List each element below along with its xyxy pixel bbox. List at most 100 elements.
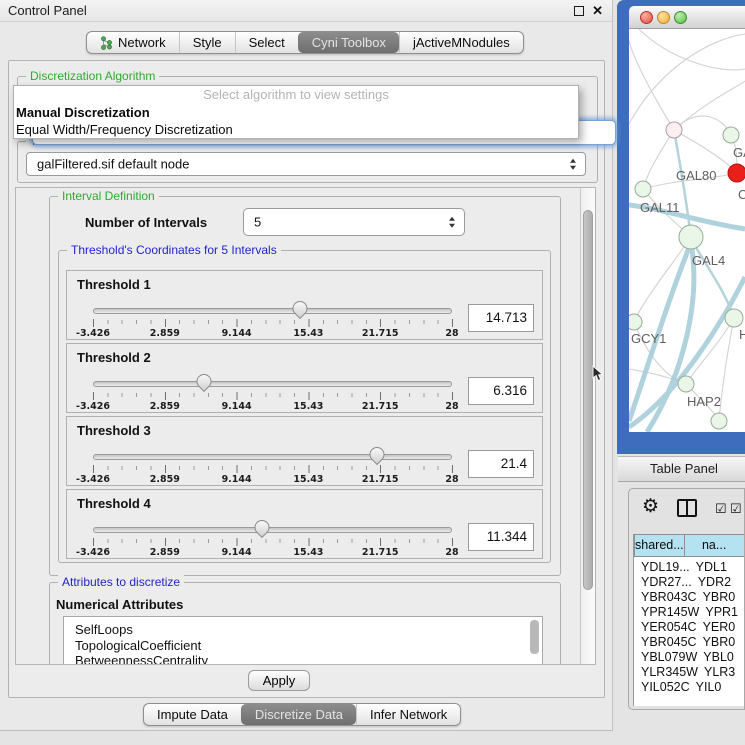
table-row[interactable]: YBR045CYBR0 bbox=[634, 635, 744, 650]
table-row[interactable]: YBL079WYBL0 bbox=[634, 650, 744, 665]
interval-definition-group: Interval Definition Number of Intervals … bbox=[49, 196, 561, 576]
table-cell: YER0 bbox=[697, 620, 744, 635]
column-header-shared-name[interactable]: shared... bbox=[634, 534, 685, 557]
tab-label: Discretize Data bbox=[255, 707, 343, 722]
threshold-slider[interactable] bbox=[93, 299, 452, 321]
tab-discretize-data[interactable]: Discretize Data bbox=[241, 704, 356, 725]
algorithm-option[interactable]: Manual Discretization bbox=[14, 104, 578, 121]
attribute-list-item[interactable]: TopologicalCoefficient bbox=[64, 638, 542, 654]
node-h[interactable] bbox=[725, 309, 743, 327]
network-canvas[interactable]: GAL80 GA C GAL11 GAL4 GCY1 H HAP2 bbox=[629, 29, 745, 432]
threshold-slider[interactable] bbox=[93, 518, 452, 540]
cyni-content-panel: Discretization Algorithm Select algorith… bbox=[8, 60, 605, 698]
table-panel-title: Table Panel bbox=[650, 461, 718, 476]
slider-tick-labels: -3.4262.8599.14415.4321.71528 bbox=[93, 547, 452, 558]
tab-cyni-toolbox[interactable]: Cyni Toolbox bbox=[298, 32, 399, 53]
checkbox-icon[interactable]: ☑ bbox=[715, 501, 727, 517]
node-gal4[interactable] bbox=[679, 225, 703, 249]
table-cell: YIL052C bbox=[634, 680, 690, 695]
slider-thumb[interactable] bbox=[194, 371, 215, 392]
threshold-value-box[interactable]: 21.4 bbox=[468, 450, 534, 478]
table-data-selected: galFiltered.sif default node bbox=[37, 157, 189, 172]
zoom-traffic-light[interactable] bbox=[674, 11, 687, 24]
spinner-arrows-icon bbox=[570, 159, 576, 170]
checkbox-icon[interactable]: ☑ bbox=[730, 501, 742, 517]
slider-major-ticks bbox=[93, 392, 454, 400]
table-row[interactable]: YDL19...YDL1 bbox=[634, 560, 744, 575]
apply-button[interactable]: Apply bbox=[248, 670, 310, 691]
table-row[interactable]: YBR043CYBR0 bbox=[634, 590, 744, 605]
node-hap2[interactable] bbox=[678, 376, 694, 392]
table-cell: YDR27... bbox=[634, 575, 692, 590]
node-label: GAL4 bbox=[692, 253, 725, 268]
node-gal80[interactable] bbox=[666, 122, 682, 138]
table-row[interactable]: YPR145WYPR1 bbox=[634, 605, 744, 620]
node-gal11[interactable] bbox=[635, 181, 651, 197]
table-cell: YBL0 bbox=[697, 650, 744, 665]
threshold-value-box[interactable]: 11.344 bbox=[468, 523, 534, 551]
number-of-intervals-label: Number of Intervals bbox=[85, 215, 207, 230]
node-top-right[interactable] bbox=[723, 127, 739, 143]
table-cell: YBR0 bbox=[697, 590, 744, 605]
threshold-value-box[interactable]: 14.713 bbox=[468, 304, 534, 332]
table-cell: YDL1 bbox=[690, 560, 744, 575]
tab-select[interactable]: Select bbox=[235, 32, 298, 53]
threshold-label: Threshold 3 bbox=[77, 423, 151, 438]
threshold-list: Threshold 1 -3.4262.8599.14415.4321.7152… bbox=[66, 270, 543, 562]
close-traffic-light[interactable] bbox=[640, 11, 653, 24]
threshold-label: Threshold 4 bbox=[77, 496, 151, 511]
column-layout-icon[interactable] bbox=[677, 499, 697, 517]
tab-label: Impute Data bbox=[157, 707, 228, 722]
threshold-slider[interactable] bbox=[93, 445, 452, 467]
tab-label: Select bbox=[249, 35, 285, 50]
slider-tick-labels: -3.4262.8599.14415.4321.71528 bbox=[93, 401, 452, 412]
table-row[interactable]: YER054CYER0 bbox=[634, 620, 744, 635]
minimize-traffic-light[interactable] bbox=[657, 11, 670, 24]
node-gcy1[interactable] bbox=[629, 314, 642, 330]
threshold-value-box[interactable]: 6.316 bbox=[468, 377, 534, 405]
slider-thumb[interactable] bbox=[290, 298, 311, 319]
vertical-scrollbar-thumb[interactable] bbox=[583, 210, 593, 590]
threshold-box: Threshold 4 -3.4262.8599.14415.4321.7152… bbox=[66, 489, 543, 559]
threshold-slider[interactable] bbox=[93, 372, 452, 394]
tab-impute-data[interactable]: Impute Data bbox=[144, 704, 241, 725]
table-row[interactable]: YIL052CYIL0 bbox=[634, 680, 744, 695]
algorithm-option[interactable]: Equal Width/Frequency Discretization bbox=[14, 121, 578, 138]
table-panel-titlebar[interactable]: Table Panel bbox=[618, 456, 745, 482]
table-cell: YER054C bbox=[634, 620, 697, 635]
table-data-combobox[interactable]: galFiltered.sif default node bbox=[26, 152, 586, 176]
group-label: Discretization Algorithm bbox=[26, 69, 159, 84]
control-panel-window: Control Panel ✕ Network Style bbox=[0, 0, 613, 731]
node-bottom[interactable] bbox=[711, 413, 727, 429]
slider-thumb[interactable] bbox=[366, 444, 387, 465]
table-cell: YDL19... bbox=[634, 560, 690, 575]
group-label: Attributes to discretize bbox=[58, 575, 184, 590]
tab-network[interactable]: Network bbox=[87, 32, 179, 53]
table-cell: YBL079W bbox=[634, 650, 697, 665]
table-row[interactable]: YDR27...YDR2 bbox=[634, 575, 744, 590]
tab-infer-network[interactable]: Infer Network bbox=[356, 704, 460, 725]
vertical-scrollbar[interactable] bbox=[580, 188, 595, 664]
tab-style[interactable]: Style bbox=[179, 32, 235, 53]
slider-thumb[interactable] bbox=[251, 517, 272, 538]
slider-tick-labels: -3.4262.8599.14415.4321.71528 bbox=[93, 474, 452, 485]
cyni-mode-tabbar: Impute Data Discretize Data Infer Networ… bbox=[143, 703, 461, 726]
numerical-attributes-list[interactable]: SelfLoopsTopologicalCoefficientBetweenne… bbox=[63, 616, 543, 665]
network-window-titlebar[interactable] bbox=[629, 6, 745, 29]
panel-title: Control Panel bbox=[8, 3, 87, 18]
gear-icon[interactable]: ⚙ bbox=[642, 495, 659, 518]
attribute-list-item[interactable]: BetweennessCentrality bbox=[64, 653, 542, 665]
tab-jactivemnodules[interactable]: jActiveMNodules bbox=[399, 32, 523, 53]
close-panel-icon[interactable]: ✕ bbox=[592, 3, 603, 19]
node-red[interactable] bbox=[728, 164, 745, 182]
table-row[interactable]: YLR345WYLR3 bbox=[634, 665, 744, 680]
network-icon bbox=[100, 36, 113, 50]
column-header-name[interactable]: na... bbox=[685, 534, 744, 557]
table-cell: YLR3 bbox=[698, 665, 744, 680]
float-window-icon[interactable] bbox=[574, 6, 584, 16]
list-scrollbar-thumb[interactable] bbox=[530, 620, 539, 654]
attribute-list-item[interactable]: SelfLoops bbox=[64, 622, 542, 638]
table-cell: YDR2 bbox=[692, 575, 744, 590]
number-of-intervals-combobox[interactable]: 5 bbox=[243, 208, 465, 236]
tab-label: jActiveMNodules bbox=[413, 35, 510, 50]
